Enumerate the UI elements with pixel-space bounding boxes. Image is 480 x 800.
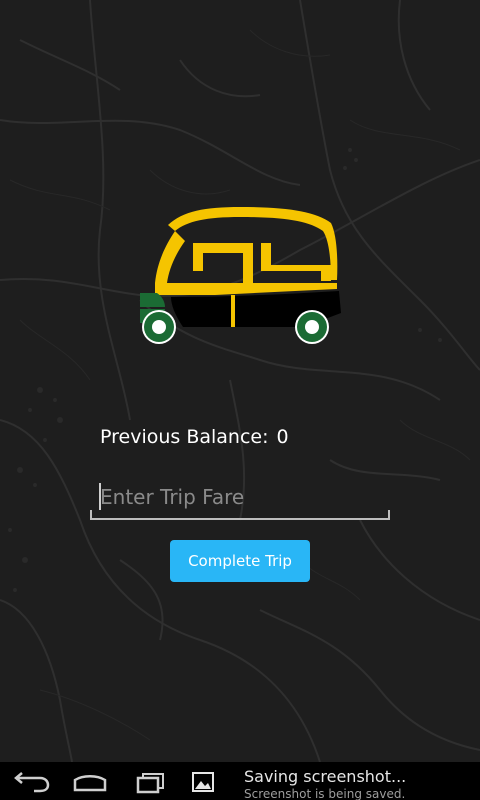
input-underline [90, 518, 390, 520]
back-icon[interactable] [6, 766, 56, 796]
trip-fare-input[interactable] [100, 480, 380, 514]
notification-title: Saving screenshot... [244, 767, 407, 786]
recents-icon[interactable] [125, 766, 175, 796]
previous-balance: Previous Balance: 0 [100, 426, 289, 448]
input-underline-left-tick [90, 510, 92, 520]
map-background [0, 0, 480, 762]
app-screen: Previous Balance: 0 Complete Trip Saving … [0, 0, 480, 800]
auto-rickshaw-logo [140, 207, 341, 344]
trip-fare-field[interactable] [90, 478, 390, 520]
image-icon [192, 772, 214, 792]
notification-subtitle: Screenshot is being saved. [244, 787, 406, 800]
complete-trip-button[interactable]: Complete Trip [170, 540, 310, 582]
previous-balance-label: Previous Balance: [100, 426, 269, 448]
input-underline-right-tick [388, 510, 390, 520]
previous-balance-value: 0 [276, 426, 289, 448]
system-navigation-bar [0, 762, 480, 800]
text-cursor [99, 483, 101, 510]
home-icon[interactable] [65, 766, 115, 796]
